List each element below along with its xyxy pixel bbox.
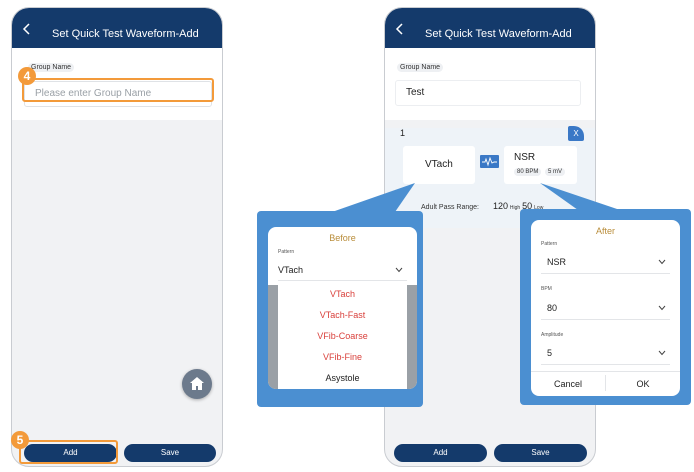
tutorial-stage: Set Quick Test Waveform-Add Group Name P…: [0, 0, 694, 472]
pattern-label: Pattern: [541, 241, 558, 247]
before-title: Before: [329, 233, 356, 243]
pattern-value: VTach: [278, 265, 304, 275]
amplitude-label: Amplitude: [541, 332, 564, 338]
bpm-value: 80: [547, 303, 558, 313]
backdrop-edge-left: [268, 285, 278, 389]
before-callout: Before Pattern VTach VTach VTach-Fast VF…: [257, 211, 423, 407]
dropdown-option[interactable]: VFib-Coarse: [278, 331, 407, 341]
dropdown-option[interactable]: Asystole: [278, 373, 407, 383]
amplitude-select[interactable]: 5: [541, 348, 670, 365]
after-dialog: After Pattern NSR BPM 80 Amplitude 5 Can…: [531, 220, 680, 396]
dialog-divider: [531, 371, 680, 372]
pattern-dropdown-list: VTach VTach-Fast VFib-Coarse VFib-Fine A…: [278, 285, 407, 389]
chevron-down-icon: [395, 267, 403, 273]
pattern-select[interactable]: VTach: [278, 265, 407, 281]
amplitude-value: 5: [547, 348, 553, 358]
ok-button[interactable]: OK: [606, 379, 680, 389]
dropdown-option[interactable]: VFib-Fine: [278, 352, 407, 362]
pattern-value: NSR: [547, 257, 567, 267]
chevron-down-icon: [658, 350, 666, 356]
bpm-select[interactable]: 80: [541, 303, 670, 320]
after-title: After: [595, 226, 615, 236]
chevron-down-icon: [658, 305, 666, 311]
pattern-label: Pattern: [278, 249, 295, 255]
pattern-select[interactable]: NSR: [541, 257, 670, 274]
dropdown-option[interactable]: VTach: [278, 289, 407, 299]
bpm-label: BPM: [541, 286, 552, 292]
after-callout: After Pattern NSR BPM 80 Amplitude 5 Can…: [520, 209, 691, 405]
dropdown-option[interactable]: VTach-Fast: [278, 310, 407, 320]
backdrop-edge-right: [407, 285, 417, 389]
cancel-button[interactable]: Cancel: [531, 379, 605, 389]
before-dialog: Before Pattern VTach VTach VTach-Fast VF…: [268, 227, 417, 389]
chevron-down-icon: [658, 259, 666, 265]
